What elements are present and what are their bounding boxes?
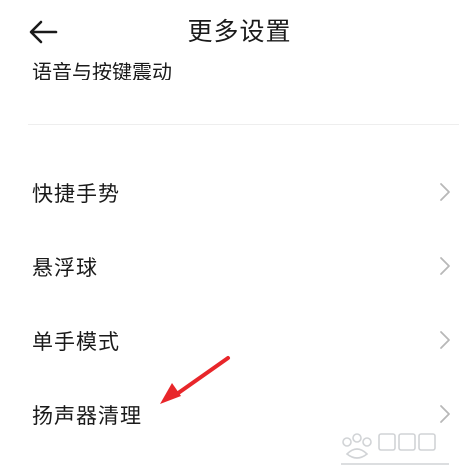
list-item-floating-ball[interactable]: 悬浮球 [0,236,459,296]
list-item-quick-gestures[interactable]: 快捷手势 [0,162,459,222]
chevron-right-icon [439,330,451,350]
list-item-one-hand-mode[interactable]: 单手模式 [0,310,459,370]
page-title: 更多设置 [187,17,292,46]
list-item-label: 扬声器清理 [32,404,142,428]
chevron-right-icon [439,256,451,276]
chevron-right-icon [439,404,451,424]
list-item-label: 单手模式 [32,330,120,354]
list-item-partial[interactable]: 语音与按键震动 [32,50,412,80]
list-item-speaker-cleanup[interactable]: 扬声器清理 [0,384,459,444]
list-item-label: 语音与按键震动 [32,60,172,80]
list-item-label: 悬浮球 [32,256,98,280]
list-item-label: 快捷手势 [32,182,120,206]
divider [28,124,459,125]
chevron-right-icon [439,182,451,202]
